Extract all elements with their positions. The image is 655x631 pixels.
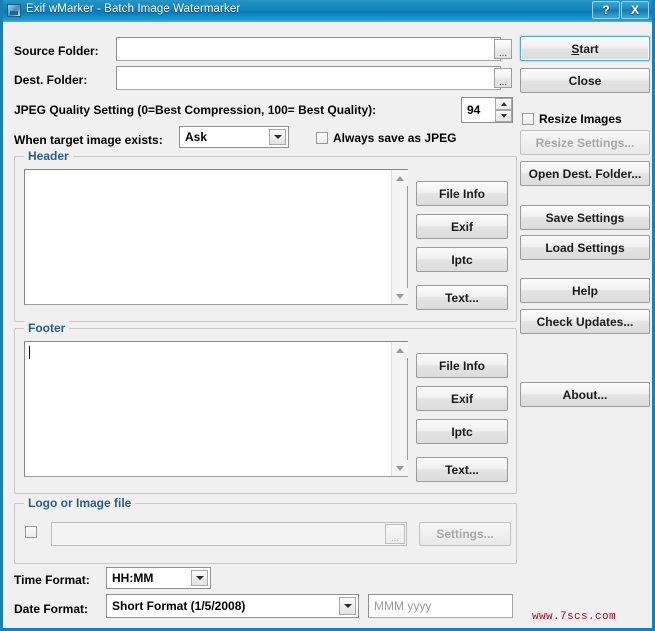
source-folder-input[interactable] <box>116 37 501 61</box>
dest-folder-label: Dest. Folder: <box>14 73 87 87</box>
time-format-select[interactable]: HH:MM <box>106 567 211 589</box>
open-dest-folder-button[interactable]: Open Dest. Folder... <box>520 161 650 186</box>
chevron-down-icon[interactable] <box>191 570 208 586</box>
resize-settings-button[interactable]: Resize Settings... <box>520 130 650 155</box>
header-textarea[interactable] <box>24 169 408 305</box>
always-save-jpeg-checkbox[interactable]: Always save as JPEG <box>316 131 456 145</box>
checkbox-box-icon <box>522 113 534 125</box>
resize-images-checkbox[interactable]: Resize Images <box>522 112 622 126</box>
close-button[interactable]: Close <box>520 68 650 93</box>
jpeg-quality-spin-buttons <box>495 98 512 122</box>
header-iptc-button[interactable]: Iptc <box>416 247 508 272</box>
close-window-button[interactable]: X <box>621 1 649 19</box>
checkbox-box-icon <box>316 132 328 144</box>
resize-images-label: Resize Images <box>539 112 622 126</box>
logo-enable-checkbox[interactable] <box>25 526 42 538</box>
jpeg-quality-stepper[interactable]: 94 <box>461 97 513 123</box>
dest-folder-browse-button[interactable]: ... <box>494 68 512 88</box>
footer-iptc-button[interactable]: Iptc <box>416 419 508 444</box>
date-format-value: Short Format (1/5/2008) <box>112 599 245 613</box>
window-controls: ? X <box>591 1 649 19</box>
date-format-label: Date Format: <box>14 602 88 616</box>
source-folder-label: Source Folder: <box>14 44 99 58</box>
checkbox-box-icon <box>25 526 37 538</box>
header-text-button[interactable]: Text... <box>416 285 508 310</box>
time-format-label: Time Format: <box>14 573 90 587</box>
time-format-value: HH:MM <box>112 571 153 585</box>
footer-file-info-button[interactable]: File Info <box>416 353 508 378</box>
help-button[interactable]: Help <box>520 278 650 303</box>
footer-group-title: Footer <box>24 321 69 335</box>
start-button-rest: tart <box>579 42 598 56</box>
footer-text-value[interactable] <box>25 342 391 476</box>
start-button[interactable]: Start <box>520 36 650 61</box>
footer-text-button[interactable]: Text... <box>416 457 508 482</box>
window-title: Exif wMarker - Batch Image Watermarker <box>26 3 240 15</box>
source-folder-browse-button[interactable]: ... <box>494 39 512 59</box>
chevron-down-icon[interactable] <box>269 129 286 145</box>
always-save-jpeg-label: Always save as JPEG <box>333 131 456 145</box>
logo-browse-button[interactable]: ... <box>385 524 405 544</box>
load-settings-button[interactable]: Load Settings <box>520 235 650 260</box>
save-settings-button[interactable]: Save Settings <box>520 205 650 230</box>
logo-path-input[interactable]: ... <box>51 522 407 546</box>
custom-date-format-input[interactable] <box>368 594 513 618</box>
header-text-value[interactable] <box>25 170 391 304</box>
header-group: Header File Info Exif Iptc Text... <box>14 156 517 322</box>
text-caret <box>29 346 30 359</box>
scroll-up-icon[interactable] <box>392 170 408 186</box>
application-window: Exif wMarker - Batch Image Watermarker ?… <box>0 0 655 631</box>
date-format-select[interactable]: Short Format (1/5/2008) <box>106 594 359 618</box>
footer-group: Footer File Info Exif Iptc Text... <box>14 328 517 494</box>
check-updates-button[interactable]: Check Updates... <box>520 309 650 334</box>
chevron-down-icon[interactable] <box>339 597 356 615</box>
logo-group-title: Logo or Image file <box>24 496 135 510</box>
about-button[interactable]: About... <box>520 382 650 407</box>
scroll-down-icon[interactable] <box>392 288 408 304</box>
help-titlebar-button[interactable]: ? <box>592 1 620 19</box>
site-watermark: www.7scs.com <box>532 611 616 623</box>
client-area: Source Folder: ... Dest. Folder: ... JPE… <box>3 22 652 628</box>
dest-folder-input[interactable] <box>116 66 501 90</box>
logo-settings-button[interactable]: Settings... <box>419 522 511 546</box>
footer-scrollbar[interactable] <box>391 342 407 476</box>
jpeg-quality-label: JPEG Quality Setting (0=Best Compression… <box>14 103 376 117</box>
target-exists-value: Ask <box>185 130 207 144</box>
jpeg-quality-increment-button[interactable] <box>495 98 512 110</box>
footer-exif-button[interactable]: Exif <box>416 386 508 411</box>
logo-group: Logo or Image file ... Settings... <box>14 503 517 564</box>
scroll-up-icon[interactable] <box>392 342 408 358</box>
title-bar: Exif wMarker - Batch Image Watermarker ?… <box>0 0 655 22</box>
scroll-down-icon[interactable] <box>392 460 408 476</box>
target-exists-select[interactable]: Ask <box>179 126 289 148</box>
header-file-info-button[interactable]: File Info <box>416 181 508 206</box>
footer-textarea[interactable] <box>24 341 408 477</box>
header-exif-button[interactable]: Exif <box>416 214 508 239</box>
header-scrollbar[interactable] <box>391 170 407 304</box>
jpeg-quality-decrement-button[interactable] <box>495 110 512 122</box>
target-exists-label: When target image exists: <box>14 133 163 147</box>
header-group-title: Header <box>24 149 73 163</box>
app-image-icon <box>7 4 21 17</box>
start-button-label: Start <box>571 42 598 56</box>
jpeg-quality-value[interactable]: 94 <box>462 98 495 122</box>
